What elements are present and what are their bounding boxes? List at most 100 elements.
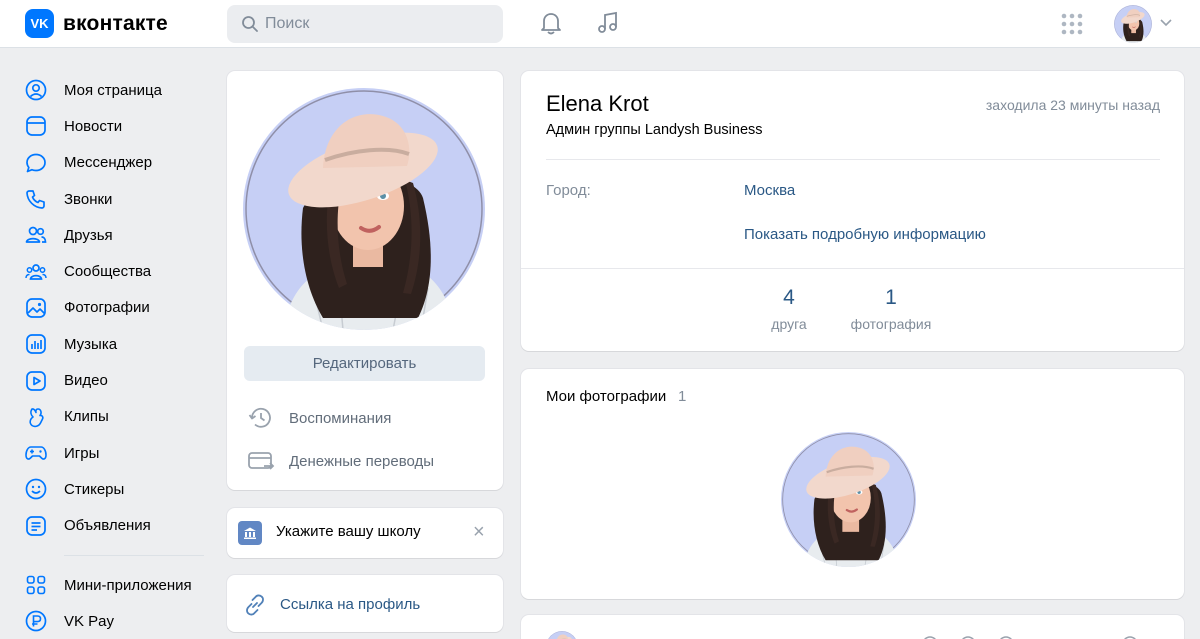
chevron-down-icon[interactable] — [1160, 19, 1172, 27]
sidebar-item-video[interactable]: Видео — [25, 362, 210, 398]
apps-grid-icon[interactable] — [1060, 12, 1084, 36]
vkpay-icon — [25, 609, 53, 633]
info-divider — [546, 159, 1160, 160]
vk-logo-badge: VK — [25, 9, 54, 38]
close-icon[interactable]: × — [473, 521, 485, 544]
music-icon[interactable] — [595, 10, 621, 36]
music-attach-icon[interactable] — [997, 635, 1015, 639]
sidebar-item-label: Моя страница — [64, 81, 162, 99]
profile-info-card: Elena Krot заходила 23 минуты назад Адми… — [521, 71, 1184, 351]
sidebar-item-label: Видео — [64, 372, 108, 390]
photos-count-label: фотография — [850, 316, 932, 332]
sidebar-item-label: Клипы — [64, 408, 109, 426]
photo-icon — [25, 296, 53, 320]
sidebar-item-label: Фотографии — [64, 299, 150, 317]
sidebar-divider — [64, 554, 204, 556]
sidebar-item-label: VK Pay — [64, 612, 115, 630]
my-photos-title[interactable]: Мои фотографии — [546, 388, 666, 405]
link-icon — [246, 594, 264, 616]
sidebar-item-news[interactable]: Новости — [25, 108, 210, 144]
sidebar-item-label: Объявления — [64, 517, 151, 535]
profile-avatar[interactable] — [243, 88, 485, 330]
left-sidebar: Моя страница Новости Мессенджер Звонки Д… — [25, 72, 210, 639]
edit-profile-button[interactable]: Редактировать — [244, 346, 485, 381]
search-input[interactable] — [265, 15, 485, 33]
search-box[interactable] — [227, 5, 503, 43]
friends-count-label: друга — [771, 316, 807, 332]
sidebar-item-label: Новости — [64, 117, 123, 135]
school-prompt-text[interactable]: Укажите вашу школу — [276, 523, 421, 540]
gamepad-icon — [25, 441, 53, 465]
friends-counter[interactable]: 4 друга — [764, 286, 814, 332]
sidebar-item-music[interactable]: Музыка — [25, 326, 210, 362]
sidebar-item-label: Игры — [64, 444, 100, 462]
sidebar-item-photos[interactable]: Фотографии — [25, 290, 210, 326]
search-icon — [242, 16, 258, 32]
sidebar-item-mini-apps[interactable]: Мини-приложения — [25, 567, 210, 603]
sidebar-item-friends[interactable]: Друзья — [25, 217, 210, 253]
memories-link[interactable]: Воспоминания — [247, 404, 391, 432]
profile-name: Elena Krot — [546, 91, 649, 116]
photos-count: 1 — [885, 286, 897, 309]
money-transfer-icon — [248, 452, 275, 470]
photo-thumbnail[interactable] — [781, 432, 916, 567]
friends-count: 4 — [783, 286, 795, 309]
message-icon — [25, 151, 53, 175]
profile-link-card[interactable]: Ссылка на профиль — [227, 575, 503, 632]
avatar-card: Редактировать Воспоминания Денежные пере… — [227, 71, 503, 490]
communities-icon — [25, 260, 53, 284]
bell-icon[interactable] — [538, 10, 564, 36]
more-attach-icon[interactable] — [1121, 635, 1139, 639]
my-photos-count: 1 — [678, 388, 687, 405]
photo-attach-icon[interactable] — [921, 635, 939, 639]
top-header: VK вконтакте — [0, 0, 1200, 48]
sidebar-item-ads[interactable]: Объявления — [25, 508, 210, 544]
vk-logo-text: вконтакте — [63, 11, 168, 35]
sidebar-item-messenger[interactable]: Мессенджер — [25, 145, 210, 181]
my-photos-card: Мои фотографии 1 — [521, 369, 1184, 599]
video-attach-icon[interactable] — [959, 635, 977, 639]
counters-divider — [521, 268, 1184, 269]
header-avatar[interactable] — [1114, 5, 1152, 43]
sidebar-item-label: Мессенджер — [64, 154, 153, 172]
user-circle-icon — [25, 78, 53, 102]
video-icon — [25, 369, 53, 393]
sidebar-item-games[interactable]: Игры — [25, 435, 210, 471]
sidebar-item-calls[interactable]: Звонки — [25, 181, 210, 217]
sidebar-item-label: Друзья — [64, 226, 113, 244]
school-prompt-card: Укажите вашу школу × — [227, 508, 503, 558]
sidebar-item-label: Музыка — [64, 335, 118, 353]
friends-icon — [25, 223, 53, 247]
sidebar-item-stickers[interactable]: Стикеры — [25, 471, 210, 507]
news-icon — [25, 114, 53, 138]
photos-counter[interactable]: 1 фотография — [841, 286, 941, 332]
sidebar-item-my-page[interactable]: Моя страница — [25, 72, 210, 108]
sidebar-item-label: Звонки — [64, 190, 113, 208]
sidebar-item-communities[interactable]: Сообщества — [25, 253, 210, 289]
memories-label: Воспоминания — [289, 409, 392, 427]
city-label: Город: — [546, 182, 591, 199]
post-composer-card — [521, 615, 1184, 639]
sidebar-item-clips[interactable]: Клипы — [25, 399, 210, 435]
sidebar-item-label: Сообщества — [64, 263, 152, 281]
money-transfers-link[interactable]: Денежные переводы — [247, 447, 434, 475]
profile-link-label: Ссылка на профиль — [280, 596, 421, 613]
clips-icon — [25, 405, 53, 429]
ads-icon — [25, 514, 53, 538]
money-transfers-label: Денежные переводы — [289, 452, 435, 470]
sidebar-item-label: Мини-приложения — [64, 576, 192, 594]
sidebar-item-label: Стикеры — [64, 480, 125, 498]
profile-status[interactable]: Админ группы Landysh Business — [546, 122, 763, 138]
history-icon — [248, 407, 271, 428]
school-icon — [238, 521, 262, 545]
last-seen-text: заходила 23 минуты назад — [985, 97, 1160, 113]
show-more-info-link[interactable]: Показать подробную информацию — [744, 226, 986, 243]
apps-icon — [25, 573, 53, 597]
sidebar-item-vk-pay[interactable]: VK Pay — [25, 603, 210, 639]
composer-avatar — [546, 631, 578, 639]
city-link[interactable]: Москва — [744, 182, 795, 199]
vk-logo[interactable]: VK вконтакте — [25, 9, 168, 38]
phone-icon — [25, 187, 53, 211]
smile-icon — [25, 477, 53, 501]
music-icon — [25, 332, 53, 356]
